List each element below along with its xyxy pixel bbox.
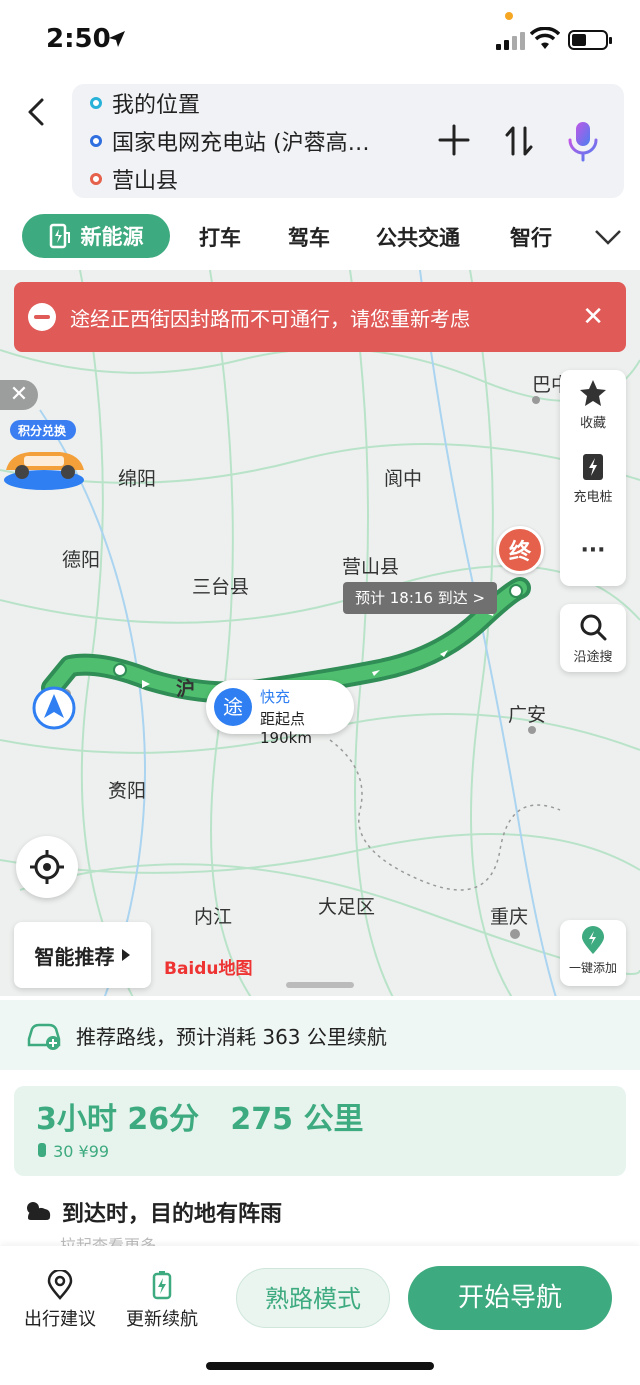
logo-text: Baidu地图	[164, 959, 253, 979]
current-location-arrow-icon	[32, 686, 76, 730]
smart-recommend-label: 智能推荐	[34, 944, 115, 969]
tab-transit[interactable]: 公共交通	[376, 222, 460, 252]
battery-charge-icon	[152, 1271, 172, 1300]
favorite-label: 收藏	[579, 416, 606, 431]
recommend-row[interactable]: 推荐路线，预计消耗 363 公里续航	[0, 1000, 640, 1070]
city-label: 绵阳	[118, 468, 157, 490]
origin-text: 我的位置	[112, 93, 201, 118]
route-option-card[interactable]: 3小时 26分 275 公里 30 ¥99	[14, 1086, 626, 1176]
city-label: 内江	[194, 906, 233, 928]
recommend-text: 推荐路线，预计消耗 363 公里续航	[76, 1024, 387, 1049]
charging-stop-bubble[interactable]: 途 快充 距起点 190km	[206, 680, 354, 747]
transport-tabs: 新能源 打车 驾车 公共交通 智行	[0, 206, 640, 266]
tab-taxi[interactable]: 打车	[199, 222, 241, 252]
origin-field[interactable]: 我的位置	[72, 86, 200, 120]
add-waypoint-button[interactable]	[438, 124, 470, 156]
city-label: 三台县	[192, 576, 250, 598]
one-tap-add-label: 一键添加	[568, 961, 617, 975]
wifi-icon	[530, 27, 560, 49]
start-navigation-button[interactable]: 开始导航	[408, 1266, 612, 1330]
pin-icon	[582, 926, 604, 954]
familiar-route-mode-button[interactable]: 熟路模式	[236, 1268, 390, 1328]
location-arrow-icon	[109, 31, 125, 47]
waypoint-dot-icon	[90, 135, 102, 147]
destination-text: 营山县	[112, 169, 179, 194]
search-icon	[580, 614, 607, 641]
one-tap-add-button[interactable]: 一键添加	[560, 920, 626, 986]
tab-new-energy[interactable]: 新能源	[22, 214, 170, 258]
tab-drive[interactable]: 驾车	[288, 222, 330, 252]
update-range-label: 更新续航	[126, 1309, 198, 1330]
waypoint-text: 国家电网充电站 (沪蓉高…	[112, 131, 370, 156]
cellular-signal-icon	[496, 32, 525, 50]
reward-label: 积分兑换	[18, 424, 67, 438]
charger-icon	[583, 454, 603, 480]
waypoint-field[interactable]: 国家电网充电站 (沪蓉高…	[72, 124, 370, 158]
via-distance: 距起点 190km	[260, 710, 312, 747]
crosshair-icon	[30, 850, 64, 884]
city-label: 资阳	[108, 780, 147, 802]
star-icon	[580, 380, 606, 406]
weather-text: 到达时，目的地有阵雨	[62, 1202, 283, 1227]
location-pin-icon	[47, 1268, 73, 1300]
ev-car-icon	[27, 1023, 61, 1050]
search-along-label: 沿途搜	[573, 650, 613, 665]
via-type: 快充	[260, 688, 291, 706]
route-distance: 275 公里	[230, 1102, 364, 1137]
home-indicator[interactable]	[206, 1362, 434, 1370]
sheet-drag-handle[interactable]	[286, 982, 354, 988]
locate-me-button[interactable]	[16, 836, 78, 898]
no-entry-icon	[28, 303, 56, 331]
battery-icon	[568, 30, 612, 50]
destination-field[interactable]: 营山县	[72, 162, 178, 196]
favorite-button[interactable]: 收藏	[560, 378, 626, 431]
voice-input-button[interactable]	[566, 120, 600, 162]
route-summary: 3小时 26分 275 公里	[36, 1094, 364, 1138]
route-duration: 3小时 26分	[36, 1102, 200, 1137]
city-label: 广安	[508, 704, 547, 726]
travel-suggestion-label: 出行建议	[24, 1309, 96, 1330]
alert-text: 途经正西街因封路而不可通行，请您重新考虑	[70, 306, 470, 331]
caret-right-icon	[121, 949, 130, 961]
update-range-button[interactable]: 更新续航	[126, 1270, 198, 1331]
travel-suggestion-button[interactable]: 出行建议	[24, 1268, 96, 1331]
status-time: 2:50	[46, 24, 111, 54]
charger-label: 充电桩	[573, 490, 613, 505]
city-label: 营山县	[342, 556, 400, 578]
map-side-panel: 收藏 充电桩 ···	[560, 370, 626, 586]
city-label: 大足区	[318, 896, 376, 918]
city-label: 重庆	[490, 906, 529, 928]
status-bar: 2:50	[0, 0, 640, 80]
map-view[interactable]: 绵阳 德阳 三台县 阆中 营山县 广安 资阳 内江 大足区 重庆 巴中 沪	[0, 270, 640, 1010]
back-button[interactable]	[22, 96, 52, 128]
smart-recommend-button[interactable]: 智能推荐	[14, 922, 151, 988]
close-icon[interactable]: ✕	[0, 380, 38, 410]
charger-button[interactable]: 充电桩	[560, 452, 626, 505]
ev-charger-icon	[49, 223, 70, 249]
privacy-indicator	[505, 12, 513, 20]
more-options-icon[interactable]: ···	[560, 538, 626, 563]
route-cost-text: 30 ¥99	[53, 1142, 110, 1161]
rain-cloud-icon	[27, 1202, 51, 1220]
eta-bubble[interactable]: 预计 18:16 到达 >	[343, 582, 498, 614]
close-icon[interactable]: ✕	[582, 302, 604, 332]
city-label: 德阳	[62, 549, 101, 571]
route-cost: 30 ¥99	[36, 1142, 109, 1161]
destination-dot-icon	[90, 173, 102, 185]
end-marker[interactable]: 终	[496, 526, 544, 574]
chevron-down-icon[interactable]	[594, 228, 622, 246]
via-badge: 途	[214, 688, 252, 726]
city-label: 阆中	[384, 468, 423, 490]
baidu-map-logo: Baidu地图	[164, 954, 253, 979]
tab-smart-travel[interactable]: 智行	[510, 222, 552, 252]
traffic-light-icon	[38, 1143, 46, 1157]
tab-new-energy-label: 新能源	[80, 225, 144, 249]
search-along-button[interactable]: 沿途搜	[560, 604, 626, 672]
swap-route-button[interactable]	[504, 124, 534, 158]
origin-dot-icon	[90, 97, 102, 109]
road-closure-alert[interactable]: 途经正西街因封路而不可通行，请您重新考虑 ✕	[14, 282, 626, 352]
weather-row[interactable]: 到达时，目的地有阵雨	[22, 1196, 282, 1228]
road-label: 沪	[176, 678, 196, 700]
